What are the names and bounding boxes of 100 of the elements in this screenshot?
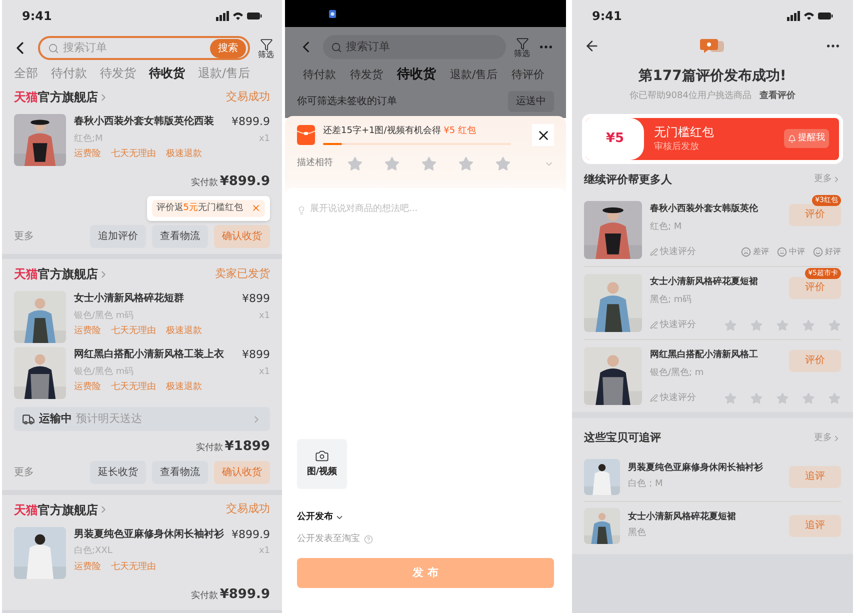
quick-rating-label[interactable]: 快速评分 — [650, 246, 696, 259]
product-spec: 红色;M — [74, 132, 103, 146]
product-title: 女士小清新风格碎花短群 — [74, 291, 184, 306]
star-icon[interactable] — [802, 318, 815, 332]
order-tab[interactable]: 待收货 — [397, 65, 436, 85]
service-tag: 运费险 — [74, 381, 101, 394]
star-icon[interactable] — [750, 392, 763, 405]
review-button[interactable]: 评价 — [789, 350, 841, 372]
product-spec: 白色；M — [628, 478, 664, 491]
face-icon — [741, 247, 751, 258]
filter-hint: 你可筛选未签收的订单 — [297, 94, 397, 109]
section-title: 这些宝贝可追评 — [584, 430, 661, 446]
close-icon[interactable] — [251, 203, 261, 214]
more-link[interactable]: 更多 — [14, 229, 84, 244]
more-link[interactable]: 更多 — [814, 432, 841, 445]
rating-option[interactable]: 差评 — [741, 246, 769, 258]
filter-chip[interactable]: 运送中 — [508, 91, 554, 112]
add-media-button[interactable]: 图/视频 — [297, 439, 347, 489]
product-spec: 红色; M — [650, 220, 683, 234]
order-tab[interactable]: 全部 — [14, 64, 38, 82]
product-title: 男装夏纯色亚麻修身休闲长袖衬衫 — [628, 462, 764, 474]
view-review-link[interactable]: 查看评价 — [759, 90, 796, 104]
action-button[interactable]: 查看物流 — [152, 460, 208, 484]
action-button[interactable]: 确认收货 — [214, 460, 270, 484]
section-title: 继续评价帮更多人 — [584, 172, 672, 188]
shipping-status: 运输中 — [39, 410, 72, 427]
order-tab[interactable]: 待收货 — [149, 64, 185, 82]
star-icon[interactable] — [828, 392, 841, 405]
product-quantity: x1 — [258, 366, 270, 378]
action-button[interactable]: 确认收货 — [214, 225, 270, 248]
store-link[interactable]: 天猫官方旗舰店 — [14, 500, 109, 518]
order-tab[interactable]: 待评价 — [512, 66, 545, 84]
more-link[interactable]: 更多 — [14, 464, 84, 480]
search-button[interactable]: 搜索 — [210, 38, 246, 58]
star-icon[interactable] — [458, 156, 474, 172]
star-icon[interactable] — [421, 156, 437, 172]
filter-button[interactable]: 筛选 — [514, 36, 530, 58]
star-icon[interactable] — [384, 156, 400, 172]
follow-up-button[interactable]: 追评 — [789, 466, 841, 488]
order-tab[interactable]: 待付款 — [51, 64, 87, 82]
product-spec: 白色;XXL — [74, 545, 112, 558]
action-button[interactable]: 延长收货 — [90, 460, 146, 484]
quick-rating-label[interactable]: 快速评分 — [650, 318, 696, 332]
envelope-icon — [297, 125, 315, 145]
search-field[interactable]: 搜索订单 搜索 — [38, 36, 250, 60]
order-tab[interactable]: 待付款 — [303, 66, 336, 84]
status-time: 9:41 — [22, 8, 52, 25]
service-tag: 七天无理由 — [111, 148, 156, 162]
product-price: ¥899 — [242, 291, 270, 307]
star-icon[interactable] — [495, 156, 511, 172]
order-tab[interactable]: 待发货 — [100, 64, 136, 82]
rating-option[interactable]: 中评 — [777, 246, 805, 258]
back-icon[interactable] — [584, 38, 600, 54]
star-icon[interactable] — [802, 392, 815, 405]
service-tag: 七天无理由 — [111, 381, 156, 394]
help-icon[interactable] — [364, 534, 373, 544]
visibility-note: 公开发表至淘宝 — [297, 532, 360, 546]
store-link[interactable]: 天猫官方旗舰店 — [14, 265, 109, 283]
chevron-icon — [832, 434, 841, 443]
lightbulb-icon — [297, 206, 306, 214]
star-icon[interactable] — [724, 318, 737, 332]
review-text-field[interactable]: 展开说说对商品的想法吧... — [285, 188, 566, 218]
visibility-dropdown[interactable]: 公开发布 — [297, 511, 554, 524]
review-button[interactable]: 评价 — [789, 204, 841, 226]
search-field[interactable]: 搜索订单 — [323, 35, 506, 59]
product-title: 女士小清新风格碎花夏短裙 — [628, 510, 737, 524]
product-price: ¥899.9 — [232, 114, 270, 130]
star-icon[interactable] — [828, 318, 841, 332]
star-icon[interactable] — [776, 318, 789, 332]
service-tag: 七天无理由 — [111, 325, 156, 338]
shipping-bar[interactable]: 运输中 预计明天送达 — [14, 407, 270, 431]
product-quantity: x1 — [258, 132, 270, 146]
more-link[interactable]: 更多 — [814, 173, 841, 186]
quick-rating-label[interactable]: 快速评分 — [650, 392, 696, 405]
follow-up-button[interactable]: 追评 — [789, 514, 841, 536]
review-button[interactable]: 评价 — [789, 277, 841, 299]
product-spec: 银色/黑色 m码 — [74, 310, 134, 322]
close-button[interactable] — [532, 124, 554, 146]
star-icon[interactable] — [724, 392, 737, 405]
total-amount: ¥1899 — [224, 438, 270, 456]
product-title: 男装夏纯色亚麻修身休闲长袖衬衫 — [74, 527, 224, 542]
remind-button[interactable]: 提醒我 — [784, 128, 829, 148]
truck-icon — [22, 412, 35, 426]
coupon-name: 无门槛红包 — [654, 124, 715, 141]
rating-option[interactable]: 好评 — [813, 246, 841, 258]
publish-button[interactable]: 发 布 — [297, 558, 554, 588]
action-button[interactable]: 追加评价 — [90, 225, 146, 248]
order-status: 卖家已发货 — [215, 266, 270, 282]
star-icon[interactable] — [347, 156, 363, 172]
order-tab[interactable]: 退款/售后 — [450, 66, 498, 84]
filter-button[interactable]: 筛选 — [258, 38, 274, 58]
order-tab[interactable]: 待发货 — [350, 66, 383, 84]
store-link[interactable]: 天猫官方旗舰店 — [14, 88, 109, 106]
order-tab[interactable]: 退款/售后 — [198, 64, 250, 82]
coupon-note: 审核后发放 — [654, 140, 700, 154]
camera-icon — [315, 448, 329, 463]
star-icon[interactable] — [750, 318, 763, 332]
action-button[interactable]: 查看物流 — [152, 225, 208, 248]
star-icon[interactable] — [776, 392, 789, 405]
shipping-eta: 预计明天送达 — [76, 410, 143, 427]
